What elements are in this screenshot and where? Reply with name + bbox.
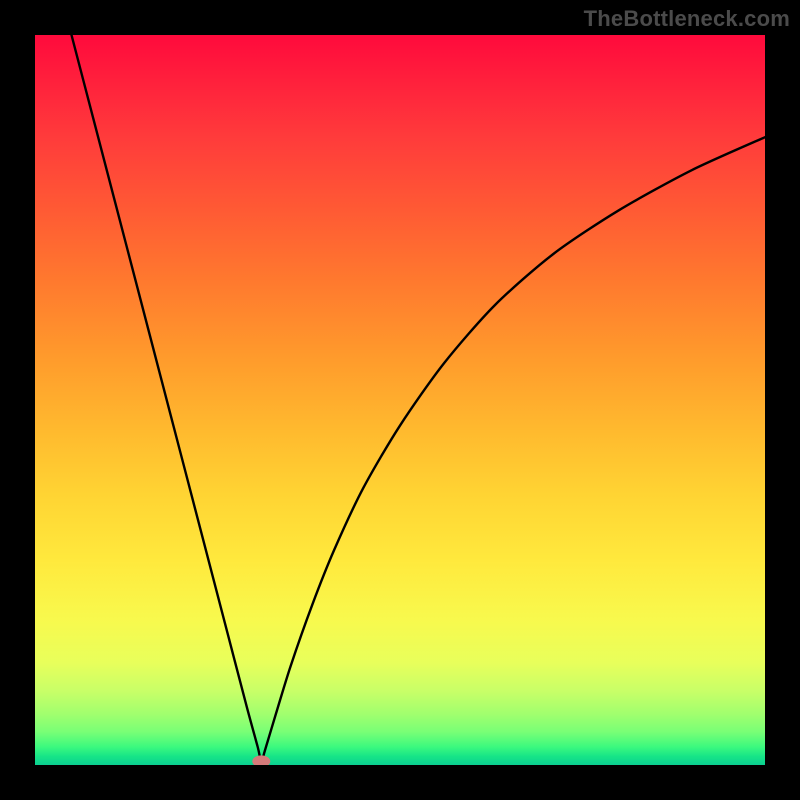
minimum-marker (252, 755, 270, 765)
chart-frame: TheBottleneck.com (0, 0, 800, 800)
chart-svg (35, 35, 765, 765)
plot-area (35, 35, 765, 765)
bottleneck-curve (72, 35, 766, 761)
watermark-text: TheBottleneck.com (584, 6, 790, 32)
